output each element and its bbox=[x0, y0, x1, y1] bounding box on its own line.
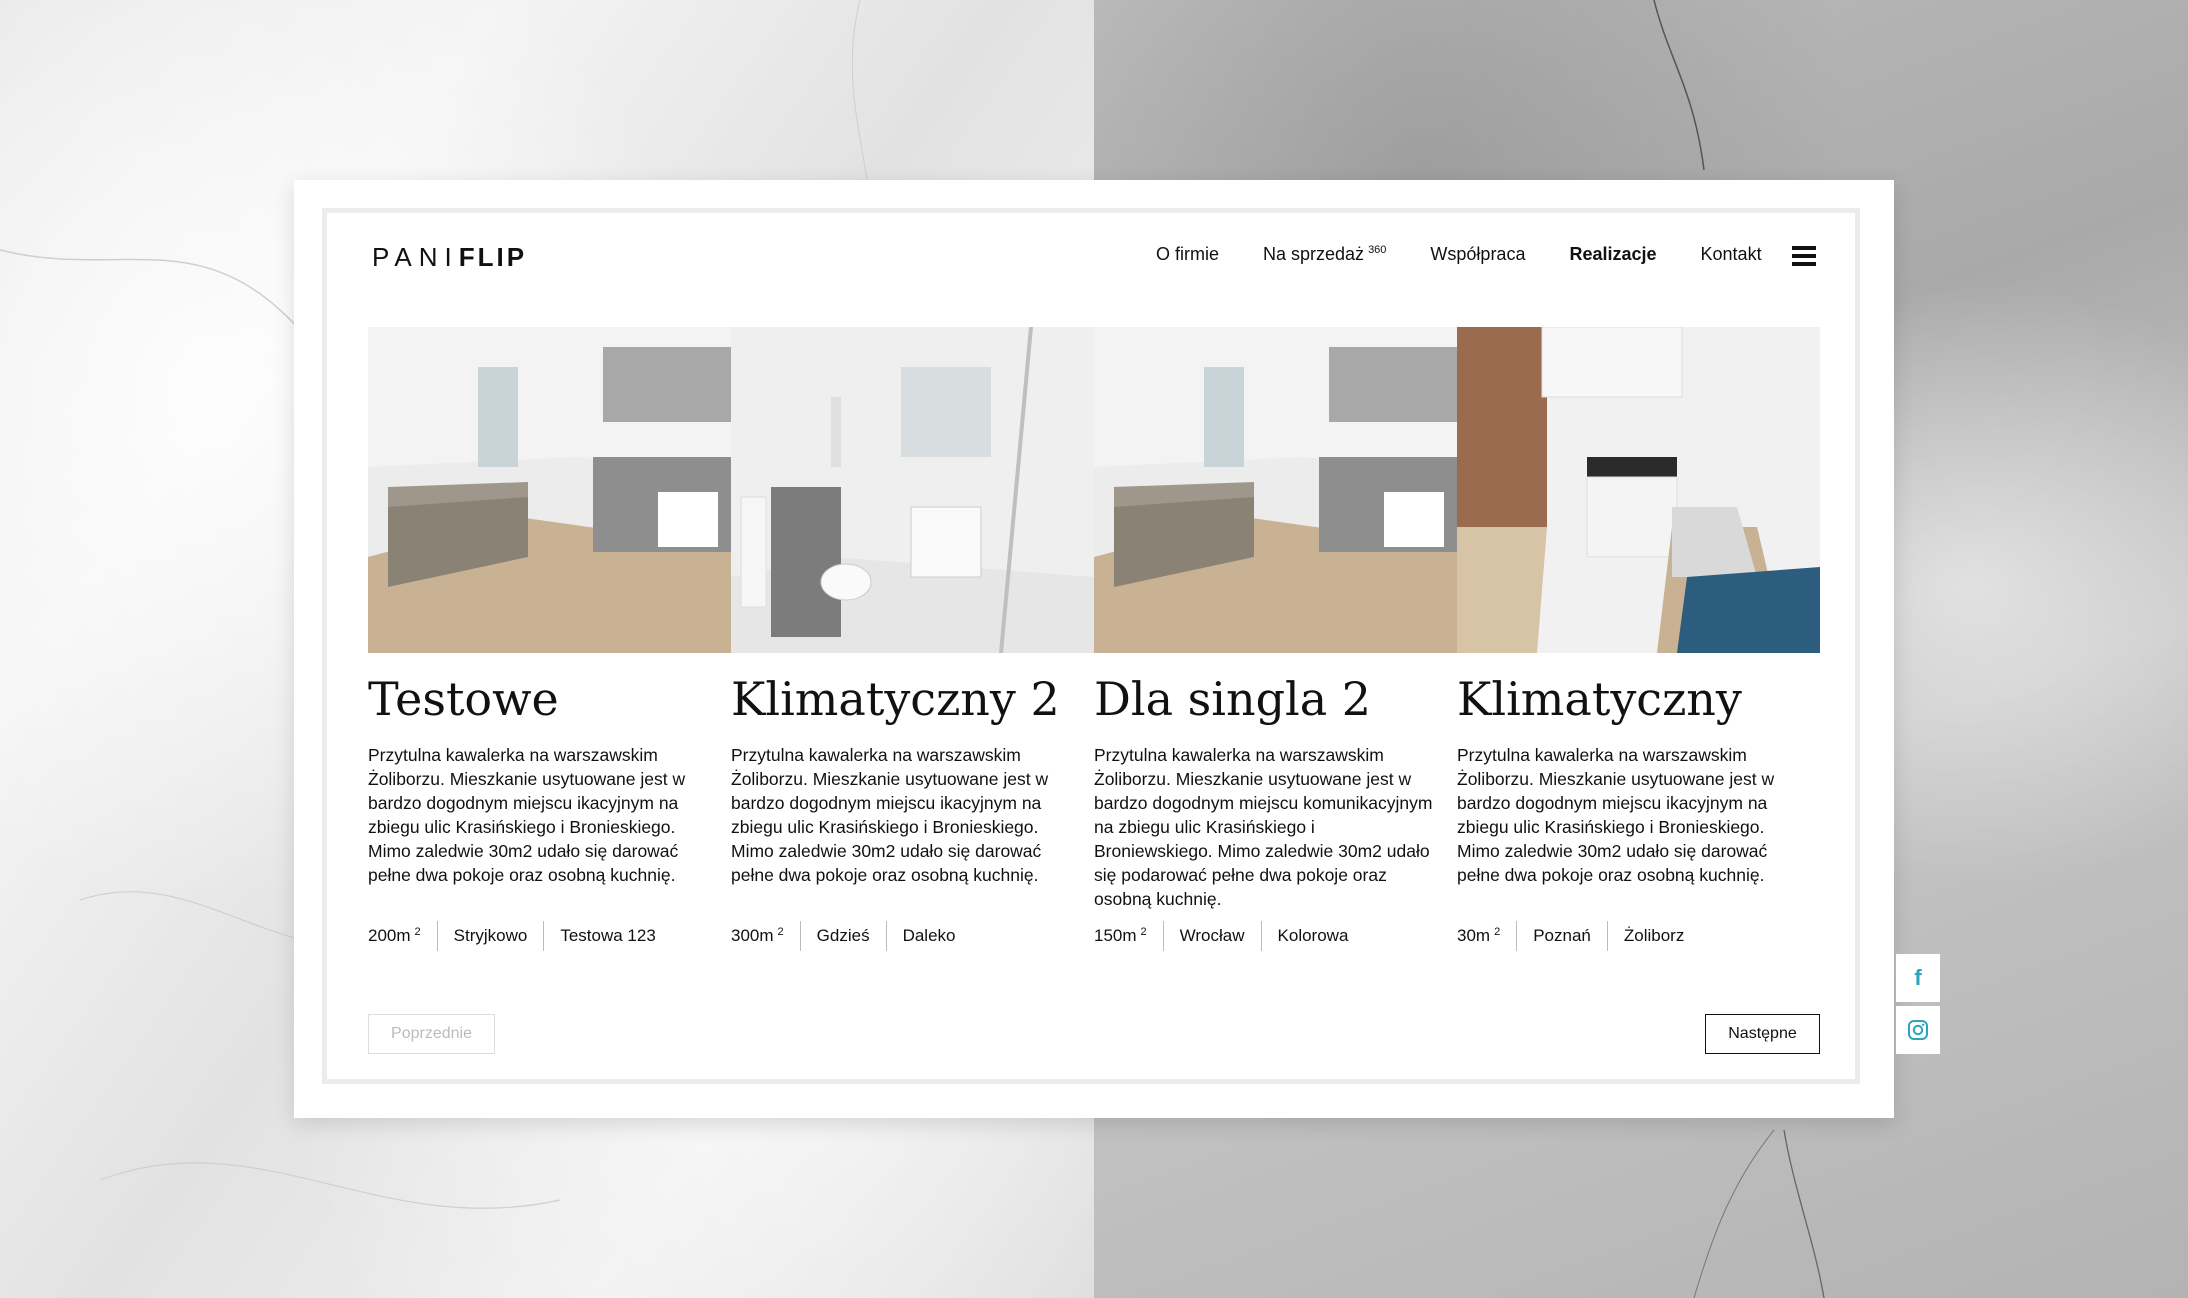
listing-title[interactable]: Klimatyczny 2 bbox=[731, 673, 1094, 725]
hamburger-menu-icon[interactable] bbox=[1792, 246, 1816, 266]
listing-city: Poznań bbox=[1533, 926, 1591, 945]
listing-photo-bathroom[interactable] bbox=[731, 327, 1094, 653]
listing-description: Przytulna kawalerka na warszawskim Żolib… bbox=[731, 745, 1049, 885]
listing-title[interactable]: Dla singla 2 bbox=[1094, 673, 1457, 725]
listing-card[interactable]: Klimatyczny Przytulna kawalerka na warsz… bbox=[1457, 327, 1820, 951]
listing-description: Przytulna kawalerka na warszawskim Żolib… bbox=[1457, 745, 1775, 885]
listing-title[interactable]: Testowe bbox=[368, 673, 731, 725]
listing-description: Przytulna kawalerka na warszawskim Żolib… bbox=[368, 745, 686, 885]
next-button[interactable]: Następne bbox=[1705, 1014, 1820, 1054]
previous-button[interactable]: Poprzednie bbox=[368, 1014, 495, 1054]
listing-photo-living-room[interactable] bbox=[1094, 327, 1457, 653]
nav-item-kontakt[interactable]: Kontakt bbox=[1701, 244, 1762, 265]
nav-item-na-sprzedaz[interactable]: Na sprzedaż 360 bbox=[1263, 244, 1386, 265]
logo[interactable]: PANIFLIP bbox=[372, 242, 527, 273]
listing-area: 300m 2 bbox=[731, 925, 784, 946]
listing-area: 30m 2 bbox=[1457, 925, 1501, 946]
listing-meta: 150m 2 Wrocław Kolorowa bbox=[1094, 921, 1457, 951]
listing-meta: 300m 2 Gdzieś Daleko bbox=[731, 921, 1094, 951]
nav-item-wspolpraca[interactable]: Współpraca bbox=[1430, 244, 1525, 265]
listing-city: Gdzieś bbox=[816, 926, 870, 945]
main-nav: O firmie Na sprzedaż 360 Współpraca Reali… bbox=[1156, 244, 1806, 265]
listings-grid: Testowe Przytulna kawalerka na warszawsk… bbox=[368, 327, 1820, 951]
listing-area: 150m 2 bbox=[1094, 925, 1147, 946]
listing-title[interactable]: Klimatyczny bbox=[1457, 673, 1820, 725]
listing-description: Przytulna kawalerka na warszawskim Żolib… bbox=[1094, 745, 1433, 909]
instagram-icon[interactable] bbox=[1896, 1006, 1940, 1054]
listing-meta: 200m 2 Stryjkowo Testowa 123 bbox=[368, 921, 731, 951]
facebook-icon[interactable]: f bbox=[1896, 954, 1940, 1002]
listing-card[interactable]: Dla singla 2 Przytulna kawalerka na wars… bbox=[1094, 327, 1457, 951]
listing-card[interactable]: Testowe Przytulna kawalerka na warszawsk… bbox=[368, 327, 731, 951]
listing-meta: 30m 2 Poznań Żoliborz bbox=[1457, 921, 1820, 951]
listing-photo-living-room[interactable] bbox=[368, 327, 731, 653]
listing-card[interactable]: Klimatyczny 2 Przytulna kawalerka na war… bbox=[731, 327, 1094, 951]
listing-street: Żoliborz bbox=[1623, 926, 1685, 945]
listing-city: Wrocław bbox=[1179, 926, 1245, 945]
listing-photo-kitchen[interactable] bbox=[1457, 327, 1820, 653]
listing-street: Daleko bbox=[902, 926, 956, 945]
nav-item-o-firmie[interactable]: O firmie bbox=[1156, 244, 1219, 265]
nav-item-realizacje[interactable]: Realizacje bbox=[1569, 244, 1656, 265]
listing-area: 200m 2 bbox=[368, 925, 421, 946]
listing-street: Testowa 123 bbox=[560, 926, 656, 945]
listing-city: Stryjkowo bbox=[453, 926, 528, 945]
listing-street: Kolorowa bbox=[1277, 926, 1349, 945]
